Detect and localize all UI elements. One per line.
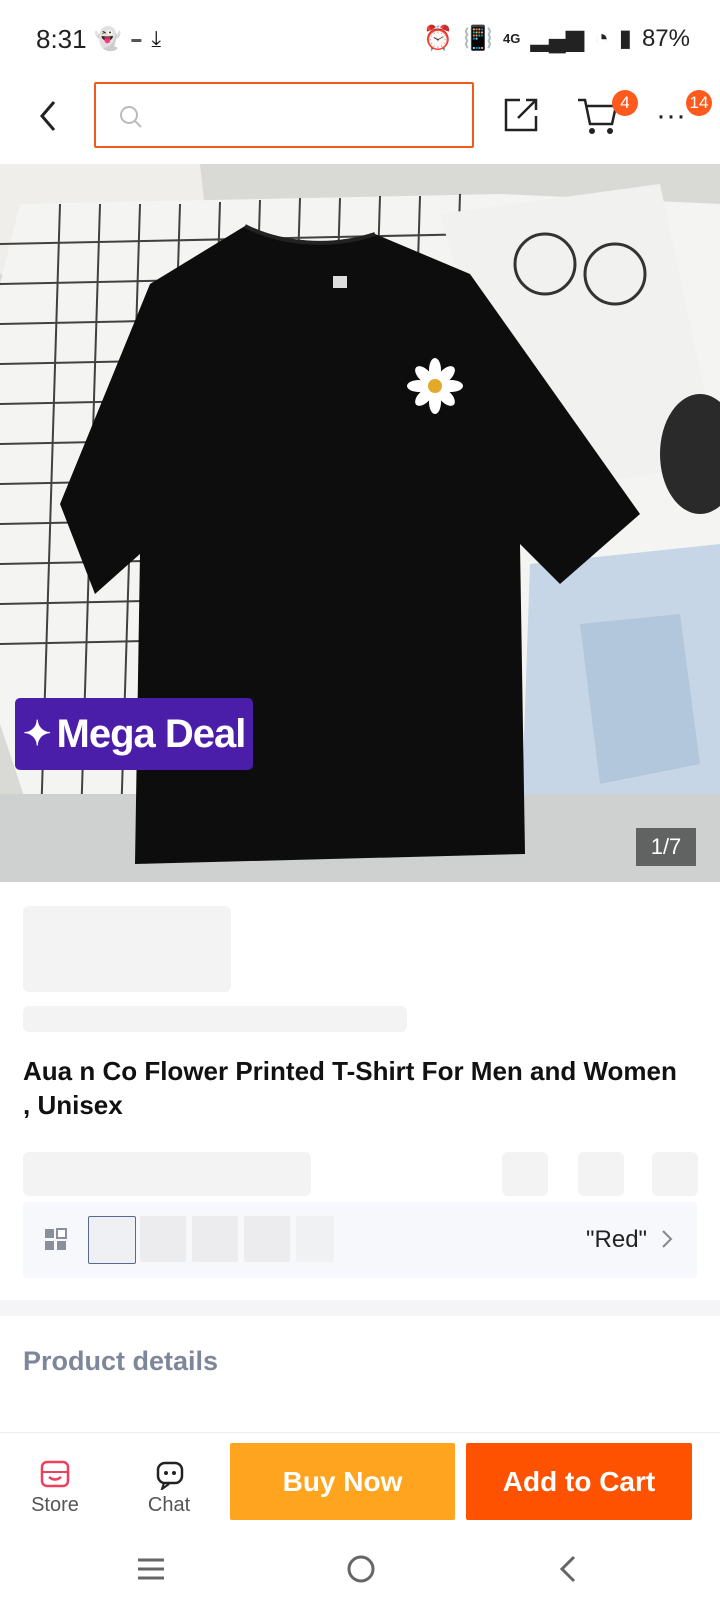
back-chevron-icon [559,1555,576,1583]
search-input[interactable] [94,82,474,148]
recent-apps-button[interactable] [136,1556,166,1587]
price-skeleton [23,906,231,992]
action-skeleton-1 [502,1152,548,1196]
image-counter: 1/7 [636,828,696,866]
mega-deal-badge: ✦ Mega Deal [15,698,253,770]
app-notification-icon: ▬ [131,33,142,45]
action-skeleton-3 [652,1152,698,1196]
add-to-cart-button[interactable]: Add to Cart [466,1443,692,1520]
status-time: 8:31 [36,24,87,54]
store-button[interactable]: Store [10,1494,100,1517]
sparkle-icon: ✦ [23,715,51,753]
menu-icon [138,1558,164,1580]
product-photo [0,164,720,882]
wifi-icon: ◔ [594,24,609,52]
status-system-icons: ⏰ 📳 4G ▂▄▆ ◔ ▮ 87% [423,24,690,53]
vibrate-icon: 📳 [463,25,493,52]
variant-thumb-3[interactable] [192,1216,238,1262]
chat-button[interactable]: Chat [124,1494,214,1517]
mega-deal-label: Mega Deal [56,711,247,756]
rating-skeleton [23,1152,311,1196]
selected-variant-label: "Red" [586,1226,648,1253]
product-details-heading: Product details [23,1346,219,1376]
battery-icon: ▮ [618,25,632,52]
signal-icon: ▂▄▆ [530,25,585,52]
chat-icon [154,1460,186,1495]
variant-thumb-4[interactable] [244,1216,290,1262]
battery-percent: 87% [641,24,690,52]
chevron-left-icon [40,101,56,131]
section-divider [0,1300,720,1316]
variant-thumb-2[interactable] [140,1216,186,1262]
variant-grid-icon [44,1228,68,1257]
home-circle-icon [347,1555,375,1583]
product-title: Aua n Co Flower Printed T-Shirt For Men … [23,1056,677,1120]
more-dots-icon: ··· [656,99,686,132]
more-count-badge: 14 [686,90,712,116]
snapchat-icon: 👻 [94,26,122,51]
variant-thumb-5[interactable] [296,1216,334,1262]
back-button[interactable] [30,94,66,138]
store-icon [40,1460,70,1493]
network-label: 4G [502,31,521,46]
variant-thumb-1[interactable] [88,1216,136,1264]
home-button[interactable] [346,1554,376,1589]
system-back-button[interactable] [558,1554,578,1589]
status-notification-icons: 👻 ▬ ⤓ [94,26,161,52]
status-bar: 8:31 👻 ▬ ⤓ ⏰ 📳 4G ▂▄▆ ◔ ▮ 87% [0,0,720,80]
product-image-carousel[interactable] [0,164,720,882]
search-icon [120,106,142,128]
download-icon: ⤓ [151,26,162,51]
share-icon [504,98,538,132]
cart-count-badge: 4 [612,90,638,116]
share-button[interactable] [502,94,542,134]
chevron-right-icon [660,1228,674,1255]
action-skeleton-2 [578,1152,624,1196]
buy-now-button[interactable]: Buy Now [230,1443,455,1520]
subtitle-skeleton [23,1006,407,1032]
alarm-icon: ⏰ [423,25,454,52]
